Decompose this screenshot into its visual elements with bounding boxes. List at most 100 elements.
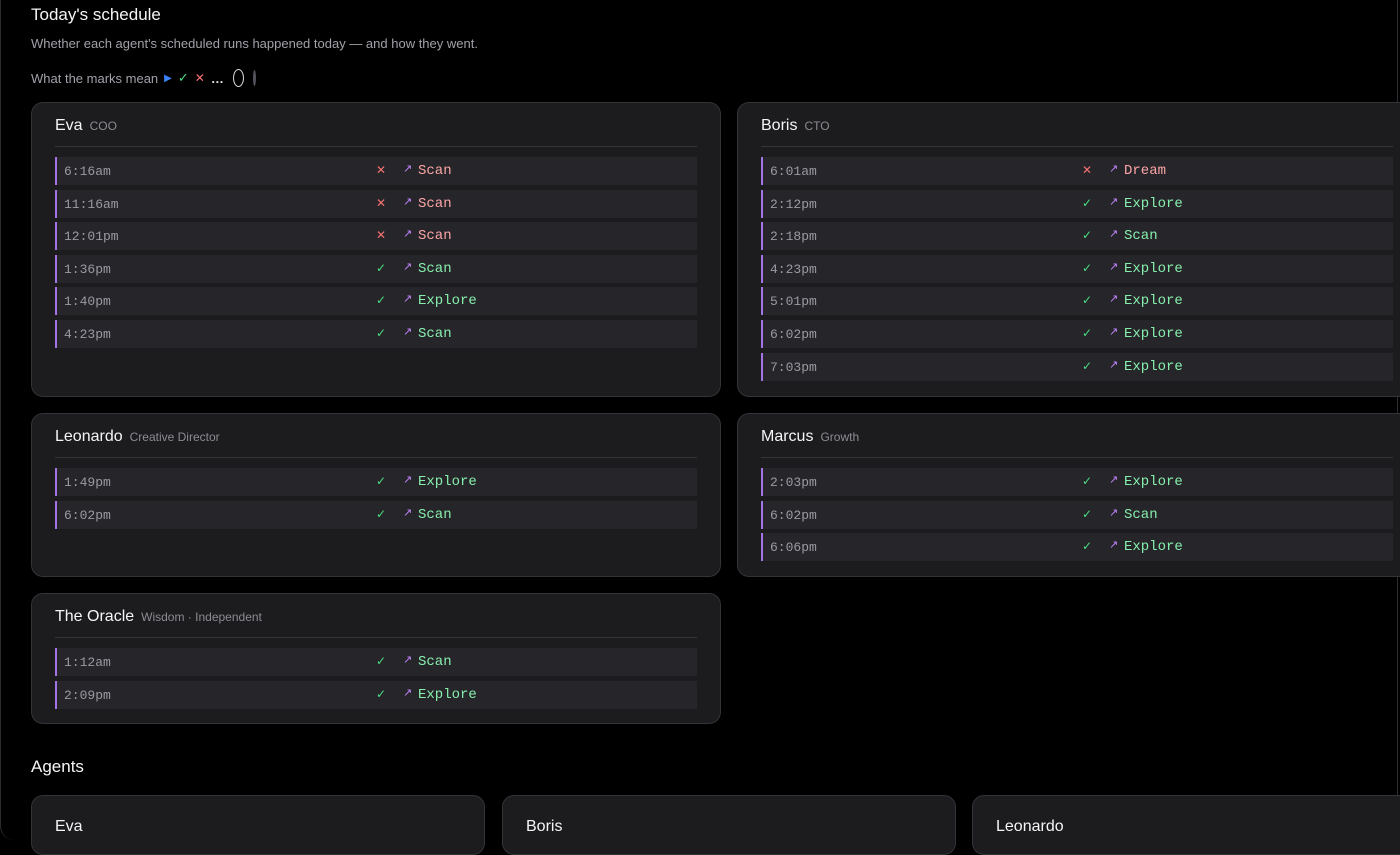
run-row[interactable]: 4:23pm ✓ ↗ Scan xyxy=(55,319,697,348)
arrow-up-right-icon: ↗ xyxy=(1109,505,1119,519)
run-row[interactable]: 2:09pm ✓ ↗ Explore xyxy=(55,680,697,709)
run-task-link[interactable]: Scan xyxy=(1124,228,1158,244)
run-task-link[interactable]: Scan xyxy=(418,326,452,342)
run-task-link[interactable]: Explore xyxy=(1124,474,1183,490)
run-row[interactable]: 5:01pm ✓ ↗ Explore xyxy=(761,287,1393,316)
arrow-up-right-icon: ↗ xyxy=(403,324,413,338)
x-icon: ✕ xyxy=(194,71,205,85)
run-task-link[interactable]: Explore xyxy=(1124,359,1183,375)
run-time: 1:12am xyxy=(64,655,111,670)
run-task-link[interactable]: Explore xyxy=(1124,196,1183,212)
run-task-link[interactable]: Scan xyxy=(1124,507,1158,523)
success-check-icon: ✓ xyxy=(375,325,387,340)
arrow-up-right-icon: ↗ xyxy=(403,653,413,666)
run-time: 1:36pm xyxy=(64,261,111,277)
run-time: 2:18pm xyxy=(770,229,817,245)
arrow-up-right-icon: ↗ xyxy=(403,194,413,208)
run-task-link[interactable]: Explore xyxy=(1124,326,1183,342)
success-check-icon: ✓ xyxy=(375,686,387,701)
run-task-link[interactable]: Explore xyxy=(418,474,477,490)
page-subtitle: Whether each agent's scheduled runs happ… xyxy=(31,36,478,51)
success-check-icon: ✓ xyxy=(1081,325,1093,340)
success-check-icon: ✓ xyxy=(1081,293,1093,308)
agent-name: Eva xyxy=(55,117,83,134)
agent-card-boris[interactable]: Boris xyxy=(502,795,956,855)
run-time: 4:23pm xyxy=(64,326,111,342)
arrow-up-right-icon: ↗ xyxy=(403,505,413,519)
agent-card-name: Boris xyxy=(526,818,563,835)
run-row[interactable]: 2:12pm ✓ ↗ Explore xyxy=(761,189,1393,218)
run-task-link[interactable]: Explore xyxy=(418,293,477,309)
agent-role: Creative Director xyxy=(129,430,220,444)
run-row[interactable]: 4:23pm ✓ ↗ Explore xyxy=(761,254,1393,283)
success-check-icon: ✓ xyxy=(1081,358,1093,373)
agent-role: COO xyxy=(89,119,117,133)
run-row[interactable]: 6:02pm ✓ ↗ Scan xyxy=(761,500,1393,529)
card-header: Eva COO xyxy=(55,117,697,147)
run-time: 5:01pm xyxy=(770,294,817,310)
agent-card-name: Leonardo xyxy=(996,818,1064,835)
arrow-up-right-icon: ↗ xyxy=(1109,194,1119,208)
page-title: Today's schedule xyxy=(31,5,161,24)
run-row[interactable]: 1:36pm ✓ ↗ Scan xyxy=(55,254,697,283)
run-row[interactable]: 6:01am ✕ ↗ Dream xyxy=(761,157,1393,185)
agent-card-leonardo[interactable]: Leonardo xyxy=(972,795,1400,855)
arrow-up-right-icon: ↗ xyxy=(403,685,413,699)
arrow-up-right-icon: ↗ xyxy=(1109,357,1119,371)
agent-name: Boris xyxy=(761,117,798,134)
run-row[interactable]: 6:02pm ✓ ↗ Scan xyxy=(55,500,697,529)
run-row[interactable]: 1:49pm ✓ ↗ Explore xyxy=(55,468,697,496)
schedule-card-leonardo: Leonardo Creative Director 1:49pm ✓ ↗ Explo… xyxy=(31,413,721,577)
arrow-up-right-icon: ↗ xyxy=(403,259,413,273)
run-task-link[interactable]: Explore xyxy=(1124,293,1183,309)
agents-section-title: Agents xyxy=(31,757,84,776)
run-task-link[interactable]: Explore xyxy=(1124,539,1183,555)
run-row[interactable]: 7:03pm ✓ ↗ Explore xyxy=(761,352,1393,381)
run-task-link[interactable]: Scan xyxy=(418,196,452,212)
run-task-link[interactable]: Explore xyxy=(418,687,477,703)
ring-icon xyxy=(232,69,244,87)
success-check-icon: ✓ xyxy=(375,654,387,668)
run-row[interactable]: 6:02pm ✓ ↗ Explore xyxy=(761,319,1393,348)
success-check-icon: ✓ xyxy=(1081,228,1093,243)
run-row[interactable]: 1:40pm ✓ ↗ Explore xyxy=(55,287,697,316)
run-task-link[interactable]: Scan xyxy=(418,163,452,179)
run-time: 2:12pm xyxy=(770,196,817,212)
run-time: 6:01am xyxy=(770,164,817,179)
run-list: 1:49pm ✓ ↗ Explore 6:02pm ✓ ↗ Scan xyxy=(55,468,697,533)
schedule-card-eva: Eva COO 6:16am ✕ ↗ Scan 11:16am ✕ ↗ Scan 12:01… xyxy=(31,102,721,397)
run-task-link[interactable]: Scan xyxy=(418,261,452,277)
run-time: 1:49pm xyxy=(64,475,111,490)
arrow-up-right-icon: ↗ xyxy=(1109,227,1119,241)
run-task-link[interactable]: Scan xyxy=(418,654,452,670)
run-row[interactable]: 2:18pm ✓ ↗ Scan xyxy=(761,222,1393,251)
run-row[interactable]: 2:03pm ✓ ↗ Explore xyxy=(761,468,1393,496)
run-time: 6:02pm xyxy=(64,507,111,523)
run-row[interactable]: 6:16am ✕ ↗ Scan xyxy=(55,157,697,185)
run-row[interactable]: 1:12am ✓ ↗ Scan xyxy=(55,648,697,676)
agent-card-name: Eva xyxy=(55,818,83,835)
arrow-up-right-icon: ↗ xyxy=(403,227,413,241)
run-task-link[interactable]: Explore xyxy=(1124,261,1183,277)
run-task-link[interactable]: Dream xyxy=(1124,163,1166,179)
ellipsis-icon: … xyxy=(210,70,224,86)
run-time: 6:02pm xyxy=(770,507,817,523)
failed-x-icon: ✕ xyxy=(1081,163,1093,177)
success-check-icon: ✓ xyxy=(1081,195,1093,210)
dot-icon xyxy=(252,70,256,86)
failed-x-icon: ✕ xyxy=(375,228,387,243)
run-row[interactable]: 11:16am ✕ ↗ Scan xyxy=(55,189,697,218)
arrow-up-right-icon: ↗ xyxy=(1109,538,1119,552)
run-list: 6:01am ✕ ↗ Dream 2:12pm ✓ ↗ Explore 2:18pm ✓ ↗ Sc… xyxy=(761,157,1393,385)
run-task-link[interactable]: Scan xyxy=(418,228,452,244)
agent-role: Growth xyxy=(820,430,860,444)
arrow-up-right-icon: ↗ xyxy=(403,162,413,175)
run-task-link[interactable]: Scan xyxy=(418,507,452,523)
run-row[interactable]: 12:01pm ✕ ↗ Scan xyxy=(55,222,697,251)
run-time: 1:40pm xyxy=(64,294,111,310)
arrow-up-right-icon: ↗ xyxy=(403,473,413,486)
success-check-icon: ✓ xyxy=(375,506,387,521)
success-check-icon: ✓ xyxy=(1081,260,1093,275)
agent-card-eva[interactable]: Eva xyxy=(31,795,485,855)
run-row[interactable]: 6:06pm ✓ ↗ Explore xyxy=(761,533,1393,562)
